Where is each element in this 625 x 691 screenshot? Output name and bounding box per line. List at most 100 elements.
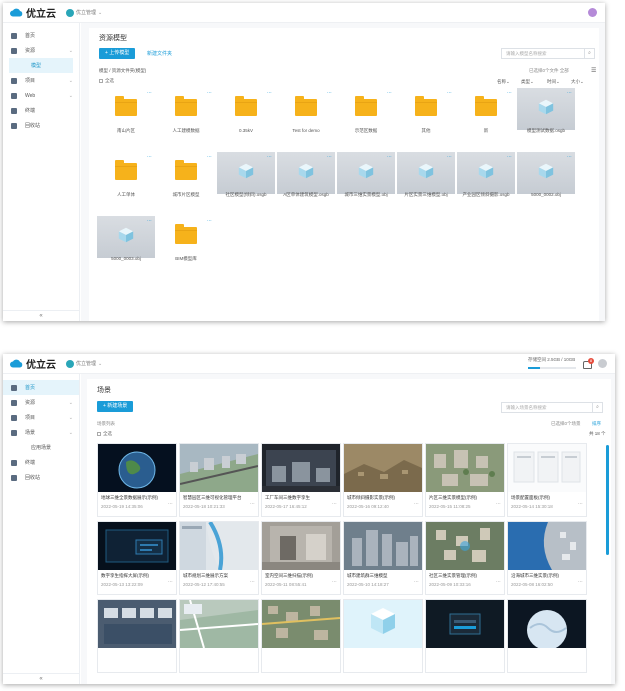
folder-item[interactable]: ⋯ Test for demo — [277, 88, 335, 148]
workspace-switcher[interactable]: 优立管理 ⌄ — [66, 8, 102, 17]
sidebar-item[interactable]: 回收站 — [3, 470, 79, 485]
select-all-checkbox[interactable]: 全选 — [97, 431, 112, 437]
more-icon[interactable]: ⋯ — [250, 501, 255, 507]
more-icon[interactable]: ⋯ — [507, 154, 512, 160]
model-item[interactable]: ⋯ 片区实景三维模型.obj — [397, 152, 455, 212]
new-folder-button[interactable]: 新建文件夹 — [147, 50, 172, 57]
sidebar-item[interactable]: 资源 ⌄ — [3, 395, 79, 410]
more-icon[interactable]: ⋯ — [387, 154, 392, 160]
more-icon[interactable]: ⋯ — [327, 154, 332, 160]
more-icon[interactable]: ⋯ — [447, 154, 452, 160]
sidebar-item[interactable]: 场景 ⌄ — [3, 425, 79, 440]
sidebar-item[interactable]: 回收站 — [3, 118, 79, 133]
more-icon[interactable]: ⋯ — [332, 501, 337, 507]
workspace-switcher[interactable]: 优立管理 ⌄ — [66, 359, 102, 368]
folder-item[interactable]: ⋯ 示范区数据 — [337, 88, 395, 148]
more-icon[interactable]: ⋯ — [147, 218, 152, 224]
sidebar-item[interactable]: Web ⌄ — [3, 88, 79, 103]
sidebar-item[interactable]: 项目 ⌄ — [3, 410, 79, 425]
list-view-icon[interactable]: ☰ — [591, 67, 596, 74]
more-icon[interactable]: ⋯ — [267, 90, 272, 96]
more-icon[interactable]: ⋯ — [207, 218, 212, 224]
collapse-sidebar-button[interactable]: « — [3, 310, 79, 321]
model-item[interactable]: ⋯ A区单体建筑模型.osgb — [277, 152, 335, 212]
avatar[interactable] — [588, 8, 597, 17]
search-icon[interactable]: ⌕ — [584, 49, 594, 58]
scene-card[interactable]: 城市规划三维展示方案 2022-05-12 17:40:55 ⋯ — [179, 520, 259, 595]
scene-card[interactable] — [179, 599, 259, 673]
sidebar-item[interactable]: 首页 — [3, 28, 79, 43]
select-all-checkbox[interactable]: 全选 — [99, 78, 114, 84]
folder-item[interactable]: ⋯ 新 — [457, 88, 515, 148]
scene-card[interactable]: 智慧园区三维可视化管理平台 2022-05-18 10:21:33 ⋯ — [179, 443, 259, 517]
search-input[interactable]: 请输入模型名称搜索 ⌕ — [501, 48, 595, 59]
folder-item[interactable]: ⋯ 城市片区模型 — [157, 152, 215, 212]
scene-card[interactable]: 室内空间三维扫描(示例) 2022-05-11 08:55:41 ⋯ — [261, 521, 341, 595]
more-icon[interactable]: ⋯ — [567, 154, 572, 160]
scene-card[interactable]: 城市建筑群三维模型 2022-05-10 14:18:27 ⋯ — [343, 521, 423, 595]
scene-card[interactable]: 社区三维实景管理(示例) 2022-05-09 10:33:16 ⋯ — [425, 521, 505, 595]
collapse-sidebar-button[interactable]: « — [3, 673, 79, 684]
more-icon[interactable]: ⋯ — [147, 154, 152, 160]
model-item[interactable]: ⋯ 产业园区倾斜摄影.osgb — [457, 152, 515, 212]
more-icon[interactable]: ⋯ — [507, 90, 512, 96]
more-icon[interactable]: ⋯ — [578, 501, 583, 507]
avatar[interactable] — [598, 359, 607, 368]
model-item[interactable]: ⋯ 社区模型(倾斜).osgb — [217, 152, 275, 212]
folder-item[interactable]: ⋯ 南山片区 — [97, 88, 155, 148]
sort-option[interactable]: 类型⌄ — [521, 79, 534, 85]
model-item[interactable]: ⋯ 模型测试数据.osgb — [517, 88, 575, 148]
sort-option[interactable]: 时间⌄ — [547, 79, 560, 85]
scene-card[interactable] — [425, 599, 505, 673]
sort-button[interactable]: 排序 — [592, 421, 601, 427]
more-icon[interactable]: ⋯ — [414, 579, 419, 585]
scene-card[interactable] — [261, 599, 341, 673]
scene-card[interactable]: 场景配置面板(示例) 2022-05-14 15:30:18 ⋯ — [507, 443, 587, 517]
folder-item[interactable]: ⋯ BIM模型库 — [157, 216, 215, 276]
more-icon[interactable]: ⋯ — [414, 501, 419, 507]
model-item[interactable]: ⋯ 城市三维实景模型.obj — [337, 152, 395, 212]
more-icon[interactable]: ⋯ — [496, 579, 501, 585]
more-icon[interactable]: ⋯ — [387, 90, 392, 96]
sort-option[interactable]: 名称⌄ — [497, 79, 510, 85]
sidebar-item[interactable]: 项目 ⌄ — [3, 73, 79, 88]
more-icon[interactable]: ⋯ — [168, 501, 173, 507]
more-icon[interactable]: ⋯ — [447, 90, 452, 96]
folder-item[interactable]: ⋯ 人工建模数据 — [157, 88, 215, 148]
scene-card[interactable]: 地球三维全景数据展示(示例) 2022-05-19 14:35:06 ⋯ — [97, 443, 177, 517]
model-item[interactable]: ⋯ 5000_0003.obj — [97, 216, 155, 276]
more-icon[interactable]: ⋯ — [332, 579, 337, 585]
scene-card[interactable] — [343, 599, 423, 673]
scene-card[interactable]: 城市倾斜摄影实景(示例) 2022-05-16 09:12:40 ⋯ — [343, 443, 423, 517]
sidebar-item[interactable]: 首页 — [3, 380, 79, 395]
notifications[interactable]: 8 — [582, 357, 594, 370]
sidebar-subitem-active[interactable]: 模型 — [9, 58, 73, 73]
upload-model-button[interactable]: + 上传模型 — [99, 48, 136, 59]
search-input[interactable]: 请输入场景名称搜索 ⌕ — [501, 402, 603, 413]
more-icon[interactable]: ⋯ — [147, 90, 152, 96]
scene-card[interactable] — [97, 599, 177, 673]
folder-item[interactable]: ⋯ 0.35kV — [217, 88, 275, 148]
folder-item[interactable]: ⋯ 人工单体 — [97, 152, 155, 212]
sidebar-subitem-active[interactable]: 应用场景 — [9, 440, 73, 455]
more-icon[interactable]: ⋯ — [250, 579, 255, 585]
sidebar-item[interactable]: 资源 ⌄ — [3, 43, 79, 58]
search-icon[interactable]: ⌕ — [592, 403, 602, 412]
more-icon[interactable]: ⋯ — [496, 501, 501, 507]
new-scene-button[interactable]: + 新建场景 — [97, 401, 134, 412]
sidebar-item[interactable]: 终端 — [3, 103, 79, 118]
scene-card[interactable]: 数字孪生指挥大屏(示例) 2022-05-13 13:22:09 ⋯ — [97, 521, 177, 595]
more-icon[interactable]: ⋯ — [207, 90, 212, 96]
sort-option[interactable]: 大小⌄ — [571, 79, 584, 85]
more-icon[interactable]: ⋯ — [567, 90, 572, 96]
sidebar-item[interactable]: 终端 — [3, 455, 79, 470]
scene-card[interactable]: 工厂车间三维数字孪生 2022-05-17 16:45:12 ⋯ — [261, 443, 341, 517]
folder-item[interactable]: ⋯ 其他 — [397, 88, 455, 148]
more-icon[interactable]: ⋯ — [168, 579, 173, 585]
model-item[interactable]: ⋯ 5000_0002.obj — [517, 152, 575, 212]
more-icon[interactable]: ⋯ — [267, 154, 272, 160]
scene-card[interactable]: 片区三维实景模型(示例) 2022-05-15 11:08:25 ⋯ — [425, 443, 505, 517]
more-icon[interactable]: ⋯ — [207, 154, 212, 160]
more-icon[interactable]: ⋯ — [327, 90, 332, 96]
more-icon[interactable]: ⋯ — [578, 579, 583, 585]
